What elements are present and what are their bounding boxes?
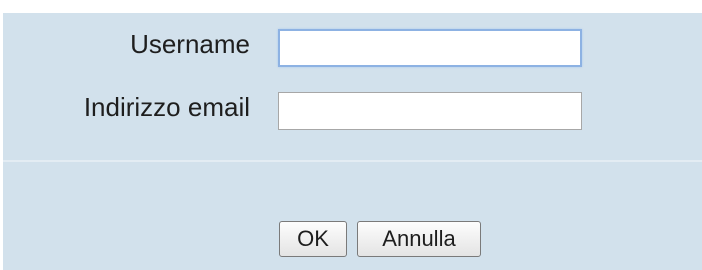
email-label: Indirizzo email — [83, 92, 250, 122]
ok-button[interactable]: OK — [279, 221, 347, 257]
username-label: Username — [130, 29, 250, 59]
email-input[interactable] — [278, 92, 582, 130]
username-input[interactable] — [278, 29, 582, 67]
dialog-page: Username Indirizzo email OK Annulla — [0, 0, 702, 270]
section-divider — [3, 160, 702, 162]
cancel-button[interactable]: Annulla — [357, 221, 481, 257]
form-panel: Username Indirizzo email OK Annulla — [3, 13, 702, 270]
